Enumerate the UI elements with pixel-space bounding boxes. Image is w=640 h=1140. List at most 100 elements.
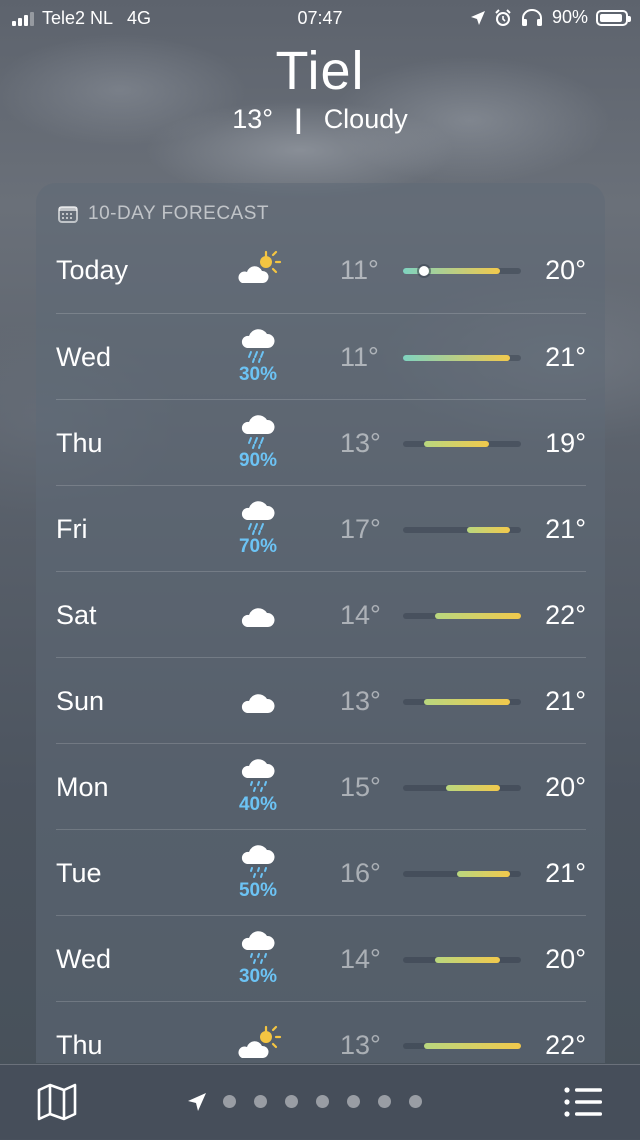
precip-chance: 70% — [238, 536, 278, 557]
day-label: Thu — [56, 1030, 103, 1060]
separator: | — [294, 104, 303, 134]
current-condition: Cloudy — [323, 104, 408, 134]
low-temp: 15° — [340, 772, 381, 802]
bottom-toolbar — [0, 1064, 640, 1140]
low-temp: 13° — [340, 1030, 381, 1060]
partly-sunny-icon — [238, 250, 282, 283]
weather-icon-slot — [216, 227, 300, 313]
low-temp: 11° — [340, 342, 379, 372]
page-dot[interactable] — [254, 1095, 267, 1108]
weather-icon-slot: 30% — [216, 916, 300, 1002]
temp-range-bar — [403, 355, 511, 361]
weather-icon-slot: 90% — [216, 400, 300, 486]
location-arrow-icon[interactable] — [187, 1092, 207, 1112]
page-dot[interactable] — [223, 1095, 236, 1108]
forecast-header: 10-DAY FORECAST — [58, 203, 269, 225]
precip-chance: 30% — [238, 966, 278, 987]
cloud-icon — [241, 694, 275, 713]
high-temp: 22° — [545, 600, 586, 630]
high-temp: 21° — [545, 858, 586, 888]
temp-range-bar — [424, 699, 511, 705]
calendar-icon — [58, 206, 78, 223]
day-label: Today — [56, 255, 129, 285]
weather-icon-slot — [216, 572, 300, 658]
page-dot[interactable] — [409, 1095, 422, 1108]
low-temp: 13° — [340, 686, 381, 716]
precip-chance: 30% — [238, 364, 278, 385]
forecast-row[interactable]: Today 11° 20° — [56, 227, 586, 313]
temp-range-track — [403, 613, 521, 619]
temp-range-bar — [403, 268, 500, 274]
day-label: Sat — [56, 600, 97, 630]
day-label: Thu — [56, 428, 103, 458]
high-temp: 20° — [545, 944, 586, 974]
partly-sunny-icon — [238, 1025, 282, 1058]
temp-range-track — [403, 1043, 521, 1049]
high-temp: 21° — [545, 514, 586, 544]
temp-range-bar — [445, 785, 500, 791]
forecast-row[interactable]: Sat 14° 22° — [56, 571, 586, 658]
weather-icon-slot — [216, 1002, 300, 1063]
drizzle-icon — [241, 759, 275, 792]
forecast-row[interactable]: Sun 13° 21° — [56, 657, 586, 744]
forecast-row[interactable]: Fri 70% 17° 21° — [56, 485, 586, 572]
low-temp: 17° — [340, 514, 381, 544]
forecast-title: 10-DAY FORECAST — [88, 203, 270, 224]
rain-icon — [241, 329, 275, 363]
day-label: Mon — [56, 772, 109, 802]
forecast-row[interactable]: Tue 50% 16° 21° — [56, 829, 586, 916]
map-icon[interactable] — [37, 1083, 77, 1121]
low-temp: 16° — [340, 858, 381, 888]
location-services-icon — [470, 10, 485, 25]
status-bar: Tele2 NL 4G 07:47 90% — [0, 0, 640, 36]
high-temp: 21° — [545, 342, 586, 372]
weather-icon-slot: 50% — [216, 830, 300, 916]
temp-range-bar — [424, 441, 489, 447]
rain-icon — [241, 415, 275, 449]
page-dot[interactable] — [347, 1095, 360, 1108]
forecast-row[interactable]: Wed 30% 14° 20° — [56, 915, 586, 1002]
high-temp: 20° — [545, 255, 586, 285]
temp-range-track — [403, 871, 521, 877]
low-temp: 14° — [340, 944, 381, 974]
city-name: Tiel — [275, 41, 365, 101]
forecast-row[interactable]: Thu 90% 13° 19° — [56, 399, 586, 486]
battery-percent: 90% — [551, 7, 588, 27]
temp-range-bar — [424, 1043, 521, 1049]
temp-range-track — [403, 266, 521, 276]
rain-icon — [241, 501, 275, 535]
page-dot[interactable] — [316, 1095, 329, 1108]
temp-range-track — [403, 355, 521, 361]
high-temp: 21° — [545, 686, 586, 716]
high-temp: 20° — [545, 772, 586, 802]
low-temp: 13° — [340, 428, 381, 458]
drizzle-icon — [241, 931, 275, 964]
list-icon[interactable] — [563, 1087, 603, 1117]
forecast-row[interactable]: Thu 13° 22° — [56, 1001, 586, 1063]
day-label: Wed — [56, 342, 112, 372]
low-temp: 14° — [340, 600, 381, 630]
weather-icon-slot: 70% — [216, 486, 300, 572]
cloud-icon — [241, 608, 275, 627]
precip-chance: 90% — [238, 450, 278, 471]
weather-icon-slot — [216, 658, 300, 744]
headphones-icon — [521, 8, 542, 26]
temp-range-bar — [435, 957, 500, 963]
forecast-row[interactable]: Mon 40% 15° 20° — [56, 743, 586, 830]
temp-range-bar — [456, 871, 511, 877]
current-temp-marker — [419, 266, 430, 276]
page-dot[interactable] — [285, 1095, 298, 1108]
battery-icon — [596, 9, 631, 26]
day-label: Sun — [56, 686, 105, 716]
low-temp: 11° — [340, 255, 379, 285]
weather-icon-slot: 30% — [216, 314, 300, 400]
temp-range-bar — [435, 613, 521, 619]
page-dot[interactable] — [378, 1095, 391, 1108]
temp-range-track — [403, 957, 521, 963]
forecast-row[interactable]: Wed 30% 11° 21° — [56, 313, 586, 400]
page-indicator[interactable] — [223, 1095, 422, 1108]
ten-day-forecast-card[interactable]: 10-DAY FORECAST Today 11° 20° Wed 30% 11° 21° T… — [36, 183, 605, 1063]
high-temp: 22° — [545, 1030, 586, 1060]
high-temp: 19° — [545, 428, 586, 458]
alarm-icon — [495, 8, 511, 26]
